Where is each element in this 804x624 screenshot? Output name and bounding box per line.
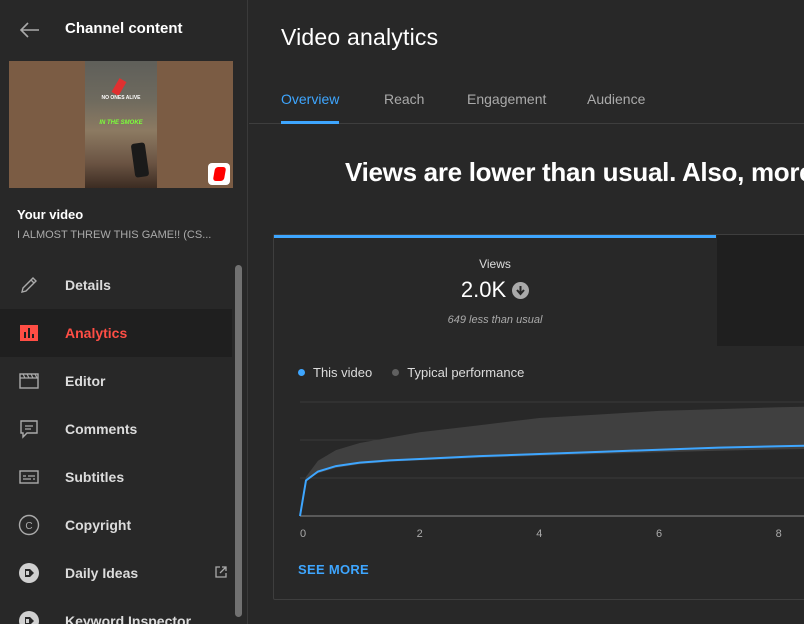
legend-item-typical: Typical performance (392, 365, 524, 380)
sidebar-item-daily-ideas[interactable]: Daily Ideas (0, 549, 232, 597)
x-tick-label: 0 (300, 528, 306, 540)
x-tick-label: 6 (656, 528, 662, 540)
daily-ideas-icon (18, 562, 40, 584)
sidebar-item-label: Copyright (65, 517, 132, 533)
tab-overview[interactable]: Overview (281, 91, 339, 107)
editor-icon (18, 370, 40, 392)
sidebar-item-editor[interactable]: Editor (0, 357, 232, 405)
tab-bar: Overview Reach Engagement Audience (249, 76, 804, 124)
legend-dot (298, 369, 305, 376)
tab-reach[interactable]: Reach (384, 91, 424, 107)
metric-label: Views (479, 257, 511, 271)
analytics-icon (18, 322, 40, 344)
sidebar-title: Channel content (65, 20, 183, 37)
sidebar-item-label: Details (65, 277, 111, 293)
x-tick-label: 2 (417, 528, 423, 540)
see-more-button[interactable]: SEE MORE (298, 562, 369, 577)
thumbnail-bottom-text: IN THE SMOKE (99, 120, 143, 126)
subtitles-icon (18, 466, 40, 488)
back-button[interactable] (14, 14, 46, 46)
legend-label: This video (313, 365, 373, 380)
sidebar-item-label: Comments (65, 421, 138, 437)
comments-icon (18, 418, 40, 440)
pencil-icon (18, 274, 40, 296)
page-title: Video analytics (281, 24, 439, 50)
sidebar-item-analytics[interactable]: Analytics (0, 309, 232, 357)
legend-label: Typical performance (407, 365, 525, 380)
sidebar-item-label: Analytics (65, 325, 128, 341)
sidebar-scrollbar[interactable] (235, 265, 242, 617)
sidebar: Channel content NO ONES ALIVE IN THE SMO… (0, 0, 248, 624)
metric-tab-secondary[interactable] (717, 235, 804, 346)
x-tick-label: 8 (776, 528, 782, 540)
views-card: Views 2.0K 649 less than usual This vide… (273, 234, 804, 600)
app-window: Channel content NO ONES ALIVE IN THE SMO… (0, 0, 804, 624)
sidebar-item-label: Daily Ideas (65, 565, 139, 581)
active-tab-indicator (281, 121, 339, 124)
views-chart: 0 2 4 6 8 (299, 401, 804, 540)
chart-legend: This video Typical performance (298, 365, 524, 380)
keyword-inspector-icon (18, 610, 40, 624)
legend-item-this-video: This video (298, 365, 372, 380)
thumbnail-marker (111, 78, 127, 96)
sidebar-item-label: Subtitles (65, 469, 125, 485)
arrow-left-icon (20, 22, 39, 38)
x-tick-label: 4 (536, 528, 542, 540)
video-thumbnail[interactable]: NO ONES ALIVE IN THE SMOKE (9, 61, 233, 188)
sidebar-item-label: Keyword Inspector (65, 613, 192, 624)
insight-headline: Views are lower than usual. Also, more (345, 157, 804, 187)
sidebar-item-comments[interactable]: Comments (0, 405, 232, 453)
sidebar-item-subtitles[interactable]: Subtitles (0, 453, 232, 501)
shorts-icon (208, 163, 230, 185)
external-link-icon (215, 566, 227, 578)
sidebar-item-label: Editor (65, 373, 106, 389)
metric-comparison: 649 less than usual (447, 314, 543, 326)
thumbnail-top-text: NO ONES ALIVE (101, 95, 141, 101)
tab-audience[interactable]: Audience (587, 91, 645, 107)
sidebar-item-details[interactable]: Details (0, 261, 232, 309)
main-content: Video analytics Overview Reach Engagemen… (249, 0, 804, 624)
thumbnail-frame: NO ONES ALIVE IN THE SMOKE (85, 61, 157, 188)
selected-metric-indicator (274, 235, 716, 238)
arrow-down-circle-icon (512, 281, 530, 299)
legend-dot (392, 369, 400, 376)
sidebar-nav: Details Analytics Editor Comments Subtit… (0, 261, 232, 624)
your-video-label: Your video (17, 207, 84, 222)
copyright-icon: C (18, 514, 40, 536)
metric-value-row: 2.0K (274, 277, 716, 303)
sidebar-item-keyword-inspector[interactable]: Keyword Inspector (0, 597, 232, 624)
thumbnail-weapon (130, 142, 150, 178)
svg-text:C: C (25, 521, 32, 532)
metric-value: 2.0K (460, 277, 507, 302)
sidebar-item-copyright[interactable]: C Copyright (0, 501, 232, 549)
video-name: I ALMOST THREW THIS GAME!! (CS... (17, 229, 212, 241)
tab-engagement[interactable]: Engagement (467, 91, 546, 107)
